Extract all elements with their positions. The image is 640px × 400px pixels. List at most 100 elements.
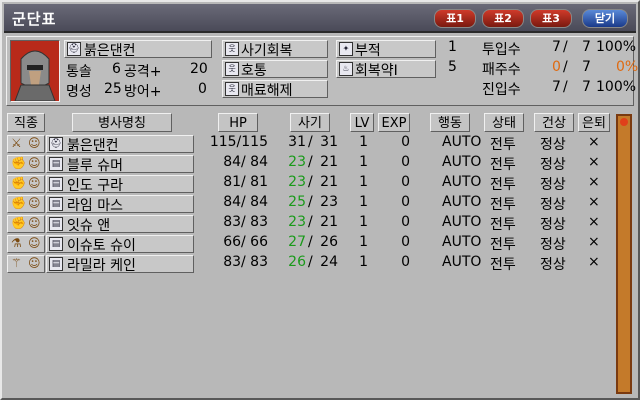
header-label: 사기: [298, 116, 322, 131]
health-value: 정상: [540, 157, 566, 173]
soldier-name: 붉은댄컨: [67, 138, 119, 154]
soldier-name: 블루 슈머: [67, 158, 123, 174]
status-value: 전투: [490, 177, 516, 193]
close-button[interactable]: 닫기: [582, 9, 628, 28]
header-exp[interactable]: EXP: [378, 113, 410, 132]
soldier-name-cell[interactable]: ▤ 이슈토 슈이: [46, 235, 194, 254]
header-label: 은퇴: [582, 116, 606, 131]
header-action[interactable]: 행동: [430, 113, 470, 132]
header-label: 건상: [542, 116, 566, 131]
soldier-name-cell[interactable]: ⛑ 붉은댄컨: [46, 135, 194, 154]
retreat-toggle[interactable]: ×: [588, 194, 600, 210]
header-label: EXP: [381, 116, 407, 131]
header-morale[interactable]: 사기: [290, 113, 330, 132]
unit-type-cell[interactable]: ✊ ☺: [7, 155, 45, 173]
retreat-toggle[interactable]: ×: [588, 154, 600, 170]
lock-icon: ▤: [49, 217, 63, 231]
stat-value-fame: 25: [104, 81, 122, 97]
face-icon: ☺: [28, 236, 41, 250]
fist-icon: ✊: [11, 196, 26, 210]
status-value: 전투: [490, 257, 516, 273]
morale-max: 24: [320, 254, 338, 270]
lock-icon: ▤: [49, 197, 63, 211]
morale-max: 23: [320, 194, 338, 210]
morale-current: 23: [288, 174, 306, 190]
retreat-toggle[interactable]: ×: [588, 214, 600, 230]
action-value: AUTO: [442, 134, 482, 150]
item-talisman[interactable]: ✦ 부적: [336, 40, 436, 59]
exp-value: 0: [401, 254, 410, 270]
item-label: 부적: [355, 43, 381, 59]
soldier-name: 라임 마스: [67, 198, 123, 214]
header-retreat[interactable]: 은퇴: [578, 113, 610, 132]
ratio-value-a: 7: [552, 39, 561, 55]
unit-type-cell[interactable]: ✊ ☺: [7, 175, 45, 193]
health-value: 정상: [540, 217, 566, 233]
unit-type-cell[interactable]: ⚚ ☺: [7, 255, 45, 273]
soldier-name-cell[interactable]: ▤ 라밀라 케인: [46, 255, 194, 274]
morale-current: 23: [288, 154, 306, 170]
helmet-icon: ⛑: [67, 42, 81, 56]
header-type[interactable]: 직종: [7, 113, 45, 132]
stat-label-defense: 방어+: [124, 84, 162, 100]
fist-icon: ✊: [11, 176, 26, 190]
soldier-name: 인도 구라: [67, 178, 123, 194]
soldier-name-cell[interactable]: ▤ 잇슈 앤: [46, 215, 194, 234]
soldier-name-cell[interactable]: ▤ 라임 마스: [46, 195, 194, 214]
header-label: LV: [354, 116, 370, 131]
tab-table-2-button[interactable]: 표2: [482, 9, 524, 28]
commander-portrait: [10, 40, 60, 102]
lock-icon: ▤: [49, 257, 63, 271]
retreat-toggle[interactable]: ×: [588, 174, 600, 190]
title-bar: 군단표 표1 표2 표3 닫기: [4, 4, 636, 33]
header-label: 상태: [492, 116, 516, 131]
command-dispel-charm[interactable]: 웃 매료해제: [222, 80, 328, 99]
commander-name-box[interactable]: ⛑ 붉은댄컨: [64, 40, 212, 59]
ratio-slash: /: [563, 39, 568, 55]
header-status[interactable]: 상태: [484, 113, 524, 132]
unit-type-cell[interactable]: ✊ ☺: [7, 215, 45, 233]
ratio-label: 투입수: [482, 42, 521, 58]
morale-slash: /: [308, 234, 313, 250]
morale-max: 21: [320, 154, 338, 170]
lock-icon: ▤: [49, 237, 63, 251]
item-count: 5: [448, 59, 457, 75]
scrollbar[interactable]: [616, 114, 632, 394]
soldier-name: 잇슈 앤: [67, 218, 111, 234]
retreat-toggle[interactable]: ×: [588, 134, 600, 150]
stat-value-attack: 20: [190, 61, 208, 77]
header-hp[interactable]: HP: [218, 113, 258, 132]
ratio-label: 패주수: [482, 62, 521, 78]
action-value: AUTO: [442, 194, 482, 210]
fist-icon: ✊: [11, 156, 26, 170]
soldier-name-cell[interactable]: ▤ 블루 슈머: [46, 155, 194, 174]
header-health[interactable]: 건상: [534, 113, 574, 132]
header-lv[interactable]: LV: [350, 113, 374, 132]
command-shout[interactable]: 웃 호통: [222, 60, 328, 79]
hp-value: 83/ 83: [223, 254, 268, 270]
unit-type-cell[interactable]: ⚔ ☺: [7, 135, 45, 153]
face-icon: ☺: [28, 136, 41, 150]
stat-label-fame: 명성: [66, 84, 92, 100]
person-icon: 웃: [225, 82, 239, 96]
knight-portrait-icon: [11, 41, 59, 102]
command-restore-morale[interactable]: 웃 사기회복: [222, 40, 328, 59]
tab-table-1-button[interactable]: 표1: [434, 9, 476, 28]
morale-max: 21: [320, 214, 338, 230]
soldier-name-cell[interactable]: ▤ 인도 구라: [46, 175, 194, 194]
header-name[interactable]: 병사명칭: [72, 113, 172, 132]
hp-value: 83/ 83: [223, 214, 268, 230]
scroll-thumb[interactable]: [620, 118, 628, 126]
status-value: 전투: [490, 237, 516, 253]
unit-type-cell[interactable]: ✊ ☺: [7, 195, 45, 213]
item-potion[interactable]: ♨ 회복약Ⅰ: [336, 60, 436, 79]
tab-table-3-button[interactable]: 표3: [530, 9, 572, 28]
ratio-value-b: 7: [582, 59, 591, 75]
level-value: 1: [359, 214, 368, 230]
stat-label-attack: 공격+: [124, 64, 162, 80]
retreat-toggle[interactable]: ×: [588, 254, 600, 270]
stat-value-defense: 0: [198, 81, 207, 97]
unit-type-cell[interactable]: ⚗ ☺: [7, 235, 45, 253]
exp-value: 0: [401, 234, 410, 250]
retreat-toggle[interactable]: ×: [588, 234, 600, 250]
